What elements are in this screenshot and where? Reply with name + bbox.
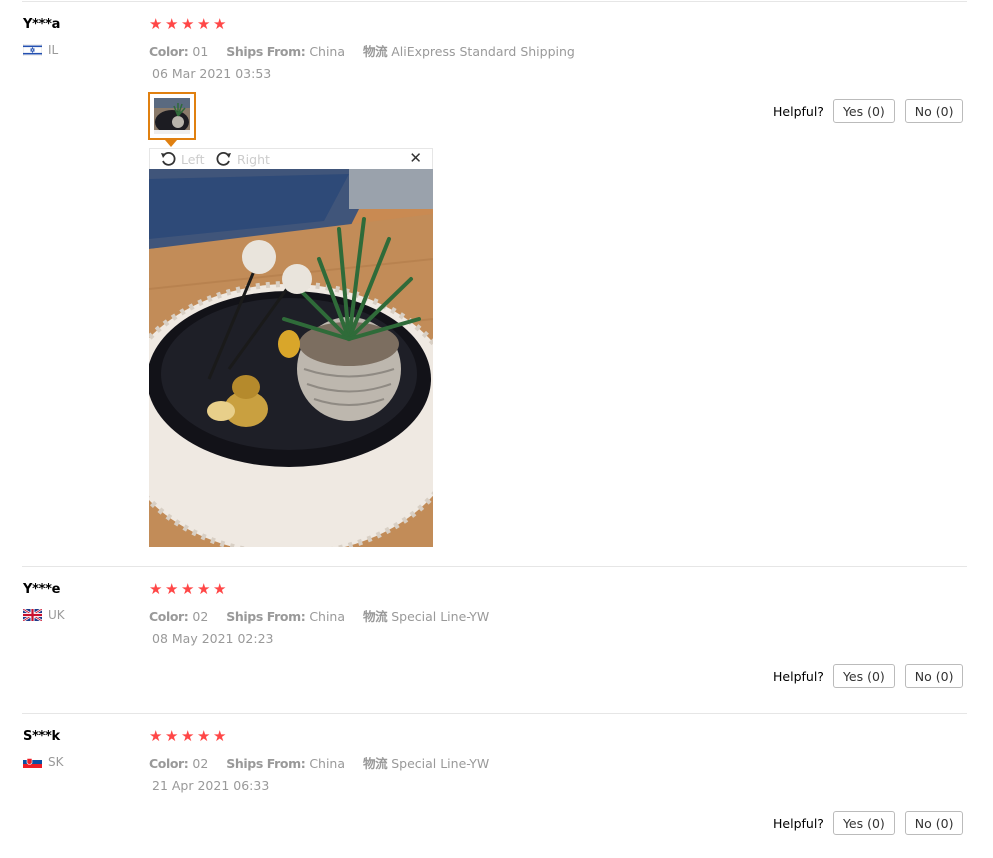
ships-from-value: China [309, 609, 346, 624]
yes-vote-button[interactable]: Yes (0) [832, 664, 895, 688]
country-code: SK [48, 755, 64, 769]
star-icon: ★ [165, 580, 179, 598]
color-label: Color: [149, 44, 189, 59]
no-vote-button[interactable]: No (0) [904, 99, 964, 123]
ships-from-value: China [309, 756, 346, 771]
rotate-right-icon [216, 151, 231, 166]
reviewer-name: S***k [23, 729, 60, 744]
logistics-value: AliExpress Standard Shipping [391, 44, 575, 59]
helpful-label: Helpful? [773, 815, 824, 831]
star-icon: ★ [181, 15, 195, 33]
star-icon: ★ [165, 727, 179, 745]
reviews-page: Y***a IL ★ ★ ★ ★ ★ Color: 01 Ships From:… [0, 0, 993, 858]
star-icon: ★ [197, 727, 211, 745]
star-rating: ★ ★ ★ ★ ★ [149, 17, 227, 32]
close-icon[interactable]: ✕ [409, 149, 422, 167]
rotate-left-button[interactable]: Left [160, 151, 205, 167]
review-date: 08 May 2021 02:23 [152, 631, 274, 646]
star-icon: ★ [149, 580, 163, 598]
reviewer-country: IL [23, 43, 58, 57]
color-label: Color: [149, 756, 189, 771]
helpful-section: Helpful? Yes (0) No (0) [773, 664, 964, 688]
star-icon: ★ [181, 580, 195, 598]
thumbnail-pointer [165, 140, 177, 147]
color-value: 02 [192, 756, 209, 771]
slovakia-flag-icon [23, 756, 42, 768]
color-value: 02 [192, 609, 209, 624]
star-icon: ★ [181, 727, 195, 745]
review-photo-thumbnail[interactable] [148, 92, 196, 140]
color-label: Color: [149, 609, 189, 624]
logistics-label: 物流 [363, 44, 388, 59]
rotate-right-label: Right [237, 151, 270, 167]
yes-vote-button[interactable]: Yes (0) [832, 811, 895, 835]
reviewer-name: Y***a [23, 17, 61, 32]
order-info: Color: 02 Ships From: China 物流 Special L… [149, 753, 489, 772]
country-code: IL [48, 43, 59, 57]
star-icon: ★ [213, 580, 227, 598]
star-icon: ★ [197, 15, 211, 33]
review-date: 21 Apr 2021 06:33 [152, 778, 270, 793]
no-vote-button[interactable]: No (0) [904, 664, 964, 688]
ships-from-label: Ships From: [226, 44, 306, 59]
star-rating: ★ ★ ★ ★ ★ [149, 729, 227, 744]
star-icon: ★ [149, 15, 163, 33]
helpful-section: Helpful? Yes (0) No (0) [773, 811, 964, 835]
star-icon: ★ [197, 580, 211, 598]
photo-viewer-toolbar: Left Right ✕ [149, 148, 433, 169]
divider [22, 1, 967, 2]
star-icon: ★ [149, 727, 163, 745]
ships-from-label: Ships From: [226, 609, 306, 624]
color-value: 01 [192, 44, 209, 59]
helpful-label: Helpful? [773, 668, 824, 684]
rotate-left-icon [161, 151, 176, 166]
star-icon: ★ [213, 15, 227, 33]
review-date: 06 Mar 2021 03:53 [152, 66, 272, 81]
reviewer-country: UK [23, 608, 65, 622]
ships-from-label: Ships From: [226, 756, 306, 771]
yes-vote-button[interactable]: Yes (0) [832, 99, 895, 123]
logistics-label: 物流 [363, 609, 388, 624]
review-photo-large [149, 169, 433, 547]
star-icon: ★ [213, 727, 227, 745]
star-icon: ★ [165, 15, 179, 33]
israel-flag-icon [23, 44, 42, 56]
logistics-value: Special Line-YW [391, 609, 490, 624]
logistics-label: 物流 [363, 756, 388, 771]
star-rating: ★ ★ ★ ★ ★ [149, 582, 227, 597]
helpful-label: Helpful? [773, 103, 824, 119]
ships-from-value: China [309, 44, 346, 59]
helpful-section: Helpful? Yes (0) No (0) [773, 99, 964, 123]
reviewer-country: SK [23, 755, 64, 769]
rotate-right-button[interactable]: Right [216, 151, 270, 167]
rotate-left-label: Left [181, 151, 205, 167]
logistics-value: Special Line-YW [391, 756, 490, 771]
order-info: Color: 01 Ships From: China 物流 AliExpres… [149, 41, 575, 60]
country-code: UK [48, 608, 65, 622]
uk-flag-icon [23, 609, 42, 621]
divider [22, 566, 967, 567]
divider [22, 713, 967, 714]
order-info: Color: 02 Ships From: China 物流 Special L… [149, 606, 489, 625]
no-vote-button[interactable]: No (0) [904, 811, 964, 835]
reviewer-name: Y***e [23, 582, 61, 597]
